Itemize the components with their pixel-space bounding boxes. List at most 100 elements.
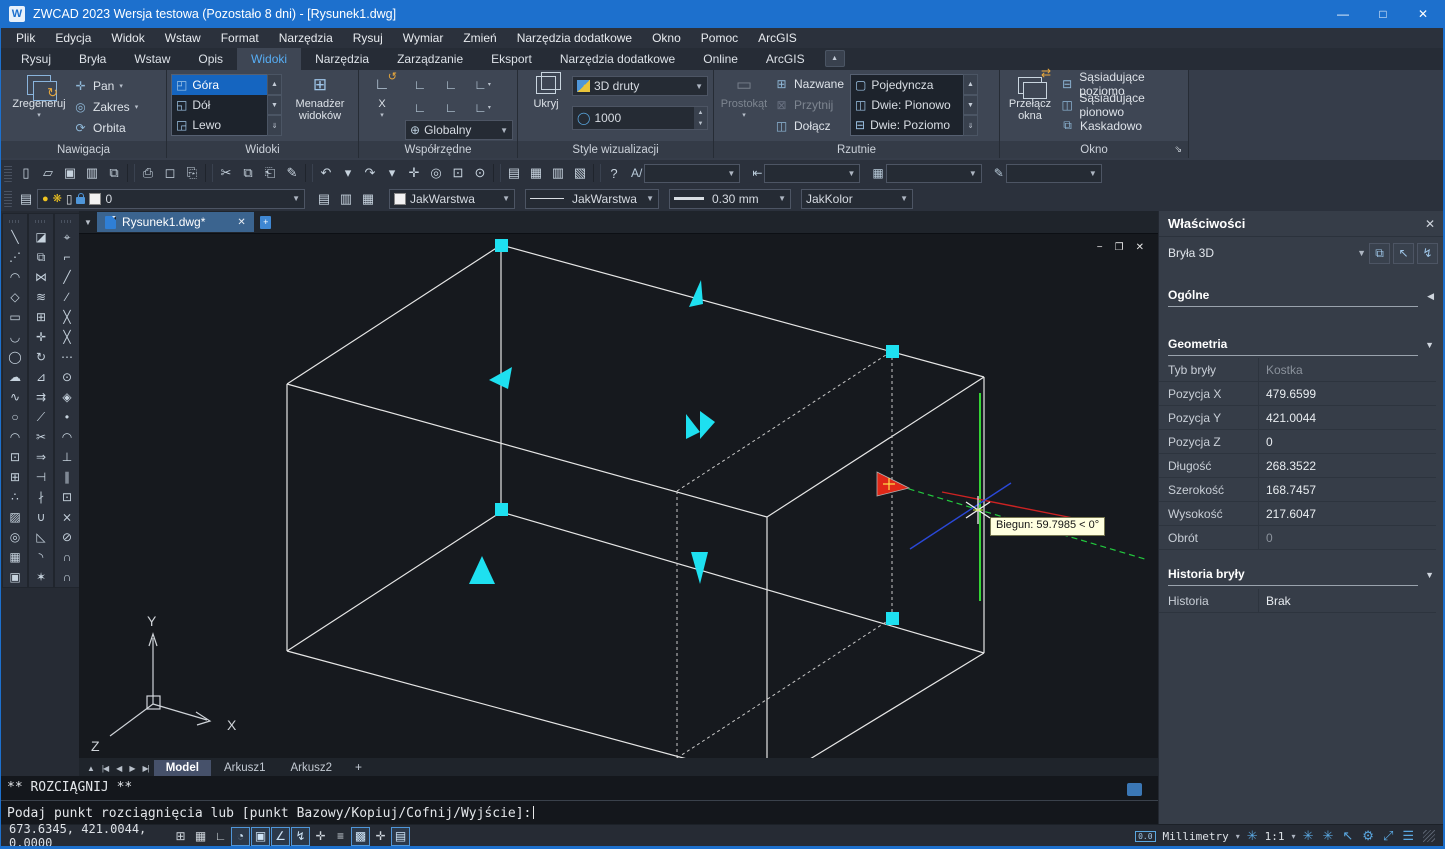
ucs-z-axis[interactable]: ∟▾ [467,96,498,119]
vports-rectangle-button[interactable]: ▭ Prostokąt ▾ [722,73,766,119]
doc-close-icon[interactable]: ✕ [237,217,245,228]
menu-item[interactable]: Zmień [454,29,505,47]
layout-tab[interactable]: Arkusz2 [278,760,344,776]
layout-nav-button[interactable]: ◀ [112,764,125,776]
vp-single[interactable]: ▢Pojedyncza [851,75,963,95]
break-at-point[interactable]: ∤ [29,487,53,507]
ucs-object[interactable]: ∟ [436,73,467,96]
point-filter[interactable]: ✛ [311,827,330,846]
match-properties[interactable]: ✎ [281,163,303,183]
layer-lock-icon[interactable] [76,197,85,204]
view-top[interactable]: ◰Góra [172,75,267,95]
section-historia-bryly[interactable]: Historia bryły ▼ [1168,567,1418,586]
trim[interactable]: ✂ [29,427,53,447]
annotation-visibility[interactable]: ✳ [1303,828,1314,844]
polar-tracking[interactable]: ◔ [231,827,250,846]
quick-select[interactable]: ↯ [1417,243,1438,264]
erase[interactable]: ◪ [29,227,53,247]
properties-palette[interactable]: ▤ [503,163,525,183]
regen-button[interactable]: ↻ Zregeneruj ▾ [11,73,67,119]
snap-perpendicular[interactable]: ⊥ [55,447,79,467]
design-center[interactable]: ▦ [525,163,547,183]
menu-item[interactable]: Narzędzia [270,29,342,47]
menu-item[interactable]: Widok [102,29,153,47]
ribbon-tab[interactable]: Eksport [477,48,546,70]
menu-item[interactable]: Wstaw [156,29,210,47]
properties-close-icon[interactable]: ✕ [1425,217,1435,231]
object-selector[interactable]: Bryła 3D ▼ ⧉↖↯ [1159,240,1444,266]
doc-tab-list-icon[interactable]: ▼ [81,218,95,227]
arc[interactable]: ◠ [3,267,27,287]
print-preview[interactable]: ◻ [159,163,181,183]
redo[interactable]: ↷ [359,163,381,183]
snap-none[interactable]: ⊘ [55,527,79,547]
view-manager-button[interactable]: ⊞ Menadżer widoków [289,73,351,122]
zoom-realtime[interactable]: ◎ [425,163,447,183]
text-style-combo[interactable]: ▼ [644,164,740,183]
view-left[interactable]: ◲Lewo [172,115,267,135]
polyline[interactable]: ◡ [3,327,27,347]
make-block[interactable]: ⊞ [3,467,27,487]
snap-node[interactable]: • [55,407,79,427]
ucs-face[interactable]: ∟▾ [467,73,498,96]
undo[interactable]: ↶ [315,163,337,183]
explode[interactable]: ✶ [29,567,53,587]
ucs-origin[interactable]: ∟ [436,96,467,119]
snap-insertion[interactable]: ⊡ [55,487,79,507]
toggle-pickadd[interactable]: ⧉ [1369,243,1390,264]
section-expanded-icon[interactable]: ▼ [1425,570,1434,580]
section-expanded-icon[interactable]: ▼ [1425,340,1434,350]
print[interactable]: ⎙ [137,163,159,183]
sep[interactable] [493,164,501,182]
ribbon-tab[interactable]: Narzędzia dodatkowe [546,48,689,70]
snap-apparent-intersection[interactable]: ╳ [55,327,79,347]
construction-line[interactable]: ⋰ [3,247,27,267]
fillet[interactable]: ◝ [29,547,53,567]
sep[interactable] [205,164,213,182]
grid-display[interactable]: ⊞ [171,827,190,846]
join[interactable]: ∪ [29,507,53,527]
menu-item[interactable]: Plik [7,29,44,47]
snap-endpoint[interactable]: ╱ [55,267,79,287]
ellipse[interactable]: ○ [3,407,27,427]
publish[interactable]: ⎘ [181,163,203,183]
ribbon-tab[interactable]: Widoki [237,48,301,70]
menu-item[interactable]: Pomoc [692,29,747,47]
snap-mode[interactable]: ▦ [191,827,210,846]
extend[interactable]: ⇒ [29,447,53,467]
ribbon-tab[interactable]: ArcGIS [752,48,819,70]
line[interactable]: ╲ [3,227,27,247]
dim-style-combo[interactable]: ▼ [764,164,860,183]
isolines-spinner[interactable]: ◯ 1000 ▲▼ [572,106,708,130]
zoom-window[interactable]: ⊡ [447,163,469,183]
ribbon-tab[interactable]: Online [689,48,752,70]
close-icon[interactable]: ✕ [1403,0,1443,28]
snap-intersection[interactable]: ╳ [55,307,79,327]
image[interactable]: ▣ [3,567,27,587]
layer-on-icon[interactable]: ● [42,193,49,205]
section-ogolne[interactable]: Ogólne ◀ [1168,288,1418,307]
snap-center[interactable]: ⊙ [55,367,79,387]
pan[interactable]: ✛ [403,163,425,183]
stretch[interactable]: ⇉ [29,387,53,407]
paste[interactable]: ⎗ [259,163,281,183]
settings-gear[interactable]: ⚙ [1362,828,1374,844]
circle[interactable]: ◯ [3,347,27,367]
minimize-icon[interactable]: — [1323,0,1363,28]
object-snap-tracking[interactable]: ∠ [271,827,290,846]
ellipse-arc[interactable]: ◠ [3,427,27,447]
vports-scrollbar[interactable]: ▲ ▼ ⇓ [963,74,978,136]
snap-quadrant[interactable]: ◈ [55,387,79,407]
break[interactable]: ⊣ [29,467,53,487]
cut[interactable]: ✂ [215,163,237,183]
spinner-arrows[interactable]: ▲▼ [694,107,707,129]
snap-tangent[interactable]: ◠ [55,427,79,447]
command-window[interactable]: ** ROZCIĄGNIJ ** Podaj punkt rozciągnięc… [1,776,1158,824]
snap-parallel[interactable]: ∥ [55,467,79,487]
object-snap[interactable]: ▣ [251,827,270,846]
save[interactable]: ▣ [59,163,81,183]
select-objects[interactable]: ↖ [1393,243,1414,264]
copy-with-base[interactable]: ⧉ [103,163,125,183]
lengthen[interactable]: ⟋ [29,407,53,427]
ribbon-tab[interactable]: Narzędzia [301,48,383,70]
